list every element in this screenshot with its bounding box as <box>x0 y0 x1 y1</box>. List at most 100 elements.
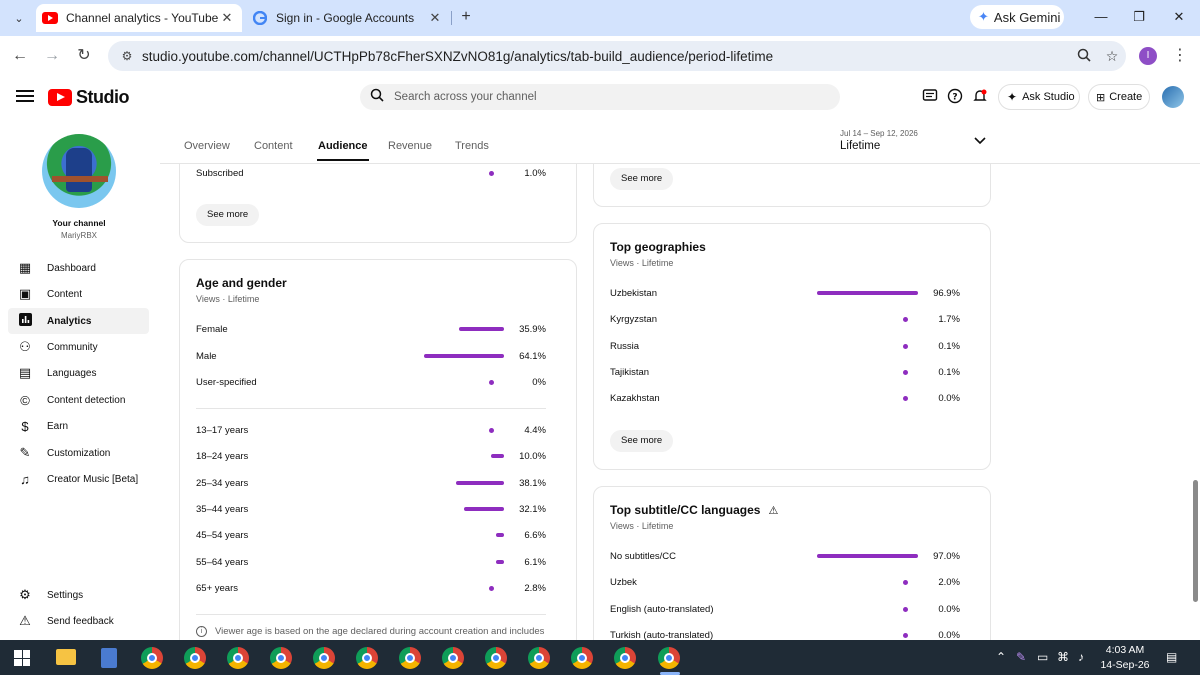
see-more-button[interactable]: See more <box>196 204 260 226</box>
notifications-icon[interactable] <box>970 88 990 108</box>
sidebar-item-languages[interactable]: ▤ Languages <box>8 360 149 386</box>
percentage-dot <box>903 580 908 586</box>
windows-start-icon[interactable] <box>14 650 30 666</box>
tab-content[interactable]: Content <box>254 140 293 152</box>
chevron-down-icon[interactable] <box>974 134 986 148</box>
create-button[interactable]: ⊞ Create <box>1088 84 1150 110</box>
sidebar-item-settings[interactable]: ⚙ Settings <box>8 582 149 608</box>
chrome-icon[interactable] <box>141 647 163 669</box>
card-title: Top subtitle/CC languages ⚠ <box>610 503 778 517</box>
list-item: 55–64 years 6.1% <box>196 555 546 571</box>
tab-trends[interactable]: Trends <box>455 140 489 152</box>
see-more-button[interactable]: See more <box>610 430 674 452</box>
channel-search-input[interactable]: Search across your channel <box>360 84 840 110</box>
address-bar[interactable]: ⚙ studio.youtube.com/channel/UCTHpPb78cF… <box>108 41 1126 71</box>
sidebar-item-customization[interactable]: ✎ Customization <box>8 440 149 466</box>
sidebar-item-label: Content detection <box>47 394 126 406</box>
sidebar-item-content[interactable]: ▣ Content <box>8 281 149 307</box>
browser-tab-signin[interactable]: Sign in - Google Accounts ✕ <box>246 4 450 32</box>
battery-icon[interactable]: ▭ <box>1037 650 1048 664</box>
tab-overview[interactable]: Overview <box>184 140 230 152</box>
chrome-icon[interactable] <box>485 647 507 669</box>
reload-icon[interactable]: ↻ <box>72 44 96 68</box>
pen-icon[interactable]: ✎ <box>1016 650 1026 664</box>
close-window-icon[interactable]: ✕ <box>1164 6 1194 28</box>
close-tab-icon[interactable]: ✕ <box>426 10 444 26</box>
notification-center-icon[interactable]: ▤ <box>1166 650 1177 664</box>
ask-studio-button[interactable]: ✦ Ask Studio <box>998 84 1080 110</box>
avatar-prop <box>52 176 108 182</box>
sidebar-item-content-detection[interactable]: © Content detection <box>8 387 149 413</box>
url-text[interactable]: studio.youtube.com/channel/UCTHpPb78cFhe… <box>142 49 1070 64</box>
chrome-icon[interactable] <box>399 647 421 669</box>
browser-tab-analytics[interactable]: Channel analytics - YouTube Stu ✕ <box>36 4 242 32</box>
minimize-icon[interactable]: — <box>1086 6 1116 28</box>
sidebar-item-analytics[interactable]: Analytics <box>8 308 149 334</box>
row-dot <box>489 171 494 176</box>
row-label: Kazakhstan <box>610 393 660 405</box>
forward-icon[interactable]: → <box>40 44 64 68</box>
system-clock[interactable]: 4:03 AM 14-Sep-26 <box>1100 643 1150 673</box>
chrome-icon[interactable] <box>571 647 593 669</box>
help-icon[interactable]: ? <box>945 88 965 108</box>
sidebar-item-community[interactable]: ⚇ Community <box>8 334 149 360</box>
clock-date: 14-Sep-26 <box>1100 659 1150 671</box>
site-info-icon[interactable]: ⚙ <box>112 49 142 63</box>
bookmark-star-icon[interactable]: ☆ <box>1098 48 1126 65</box>
page-scrollbar[interactable] <box>1193 480 1198 602</box>
geographies-card: Top geographies Views · Lifetime Uzbekis… <box>593 223 991 470</box>
customization-icon: ✎ <box>19 445 31 460</box>
file-explorer-icon[interactable] <box>56 649 76 665</box>
row-label: Turkish (auto-translated) <box>610 629 714 640</box>
chrome-icon[interactable] <box>270 647 292 669</box>
age-note: i Viewer age is based on the age declare… <box>196 626 544 637</box>
network-icon[interactable]: ⌘ <box>1057 650 1069 664</box>
sidebar-item-earn[interactable]: $ Earn <box>8 413 149 439</box>
channel-avatar[interactable] <box>42 134 116 208</box>
browser-profile-avatar[interactable]: I <box>1139 47 1157 65</box>
sidebar-item-dashboard[interactable]: ▦ Dashboard <box>8 255 149 281</box>
back-icon[interactable]: ← <box>8 44 32 68</box>
close-tab-icon[interactable]: ✕ <box>218 10 236 26</box>
volume-icon[interactable]: ♪ <box>1078 650 1084 664</box>
restore-icon[interactable]: ❐ <box>1124 6 1154 28</box>
tray-chevron-icon[interactable]: ⌃ <box>996 650 1006 664</box>
chrome-icon[interactable] <box>227 647 249 669</box>
messages-icon[interactable] <box>920 88 940 108</box>
percentage-dot <box>489 428 494 433</box>
studio-logo[interactable]: Studio <box>48 87 130 108</box>
percentage-dot <box>903 632 908 638</box>
row-label: 45–54 years <box>196 530 249 542</box>
period-range[interactable]: Jul 14 – Sep 12, 2026 <box>840 129 918 138</box>
tab-search-chevron-icon[interactable]: ⌄ <box>8 7 30 29</box>
chrome-icon[interactable] <box>356 647 378 669</box>
percentage-dot <box>489 585 494 591</box>
chrome-icon[interactable] <box>313 647 335 669</box>
sidebar-item-label: Analytics <box>47 315 92 327</box>
tab-revenue[interactable]: Revenue <box>388 140 432 152</box>
chrome-icon[interactable] <box>442 647 464 669</box>
chrome-icon[interactable] <box>614 647 636 669</box>
feedback-icon: ⚠ <box>19 613 31 628</box>
new-tab-icon[interactable]: + <box>456 6 476 28</box>
zoom-icon[interactable] <box>1070 48 1098 65</box>
chrome-icon[interactable] <box>184 647 206 669</box>
tab-audience[interactable]: Audience <box>317 140 369 161</box>
browser-menu-icon[interactable]: ⋮ <box>1170 45 1190 67</box>
calculator-icon[interactable] <box>101 648 117 668</box>
sidebar-item-send-feedback[interactable]: ⚠ Send feedback <box>8 608 149 634</box>
period-value[interactable]: Lifetime <box>840 140 880 152</box>
list-item: No subtitles/CC 97.0% <box>610 549 960 565</box>
warning-icon[interactable]: ⚠ <box>768 505 778 517</box>
chrome-icon[interactable] <box>528 647 550 669</box>
menu-icon[interactable] <box>16 87 34 105</box>
account-avatar[interactable] <box>1162 86 1184 108</box>
sidebar-item-creator-music[interactable]: ♫ Creator Music [Beta] <box>8 466 149 492</box>
row-label: Uzbek <box>610 577 637 589</box>
ask-gemini-button[interactable]: ✦ Ask Gemini <box>970 5 1064 29</box>
percentage-bar <box>456 480 504 485</box>
see-more-button[interactable]: See more <box>610 168 674 190</box>
chrome-icon[interactable] <box>658 647 680 669</box>
sparkle-icon: ✦ <box>1007 90 1018 104</box>
divider <box>196 408 546 409</box>
